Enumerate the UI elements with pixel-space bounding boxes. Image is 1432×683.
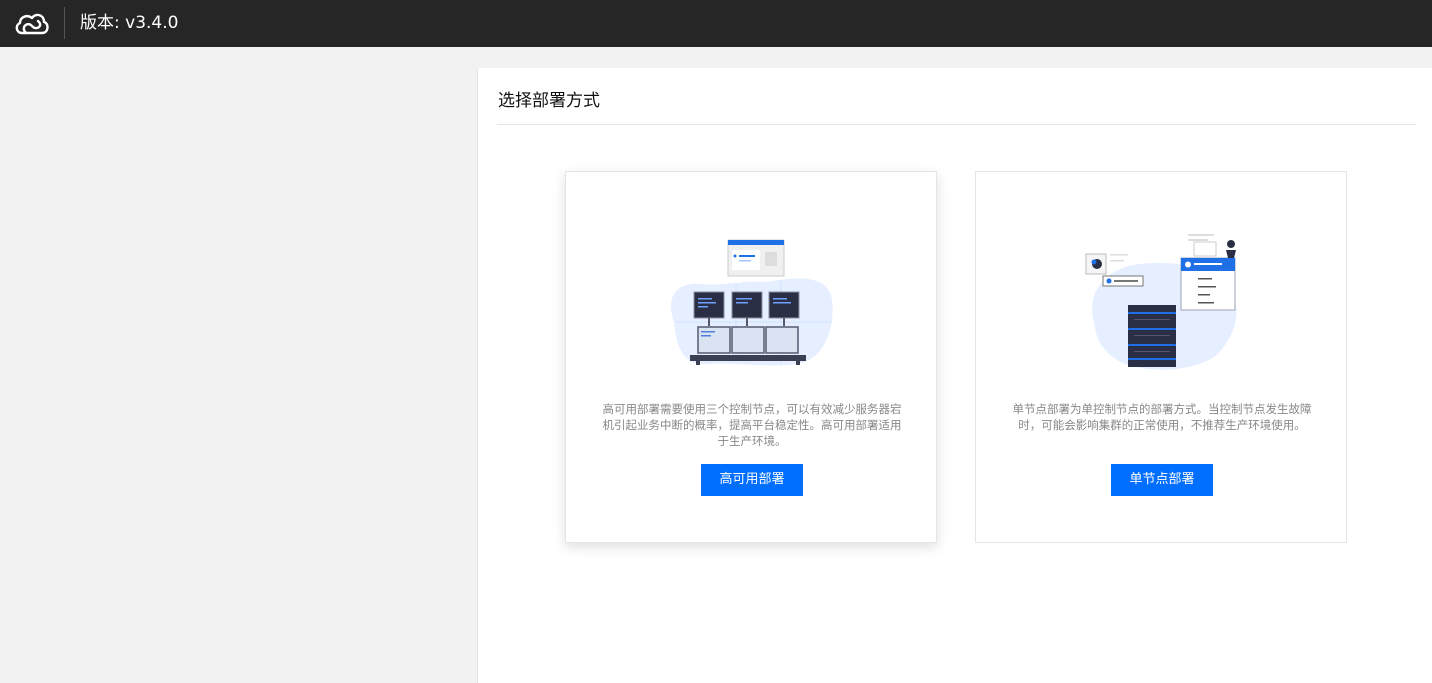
single-node-deploy-description: 单节点部署为单控制节点的部署方式。当控制节点发生故障时，可能会影响集群的正常使用… <box>1012 402 1312 432</box>
header-divider <box>64 7 65 39</box>
single-node-deploy-card[interactable]: 单节点部署为单控制节点的部署方式。当控制节点发生故障时，可能会影响集群的正常使用… <box>975 171 1347 543</box>
server-rack-illustration <box>1085 234 1237 370</box>
top-bar: 版本: v3.4.0 <box>0 0 1432 47</box>
single-node-deploy-button[interactable]: 单节点部署 <box>1111 464 1213 496</box>
control-room-illustration <box>671 239 833 366</box>
version-label: 版本: v3.4.0 <box>80 13 179 33</box>
cloud-logo-icon[interactable] <box>14 11 50 37</box>
ha-deploy-card[interactable]: 高可用部署需要使用三个控制节点，可以有效减少服务器宕机引起业务中断的概率，提高平… <box>565 171 937 543</box>
ha-deploy-description: 高可用部署需要使用三个控制节点，可以有效减少服务器宕机引起业务中断的概率，提高平… <box>602 402 902 448</box>
main-panel: 选择部署方式 高可用部署需要使用三个控制节点，可以有效减少服务器宕机引起业务中断… <box>477 68 1432 683</box>
title-divider <box>497 124 1416 125</box>
ha-deploy-button[interactable]: 高可用部署 <box>701 464 803 496</box>
page-title: 选择部署方式 <box>498 91 600 111</box>
